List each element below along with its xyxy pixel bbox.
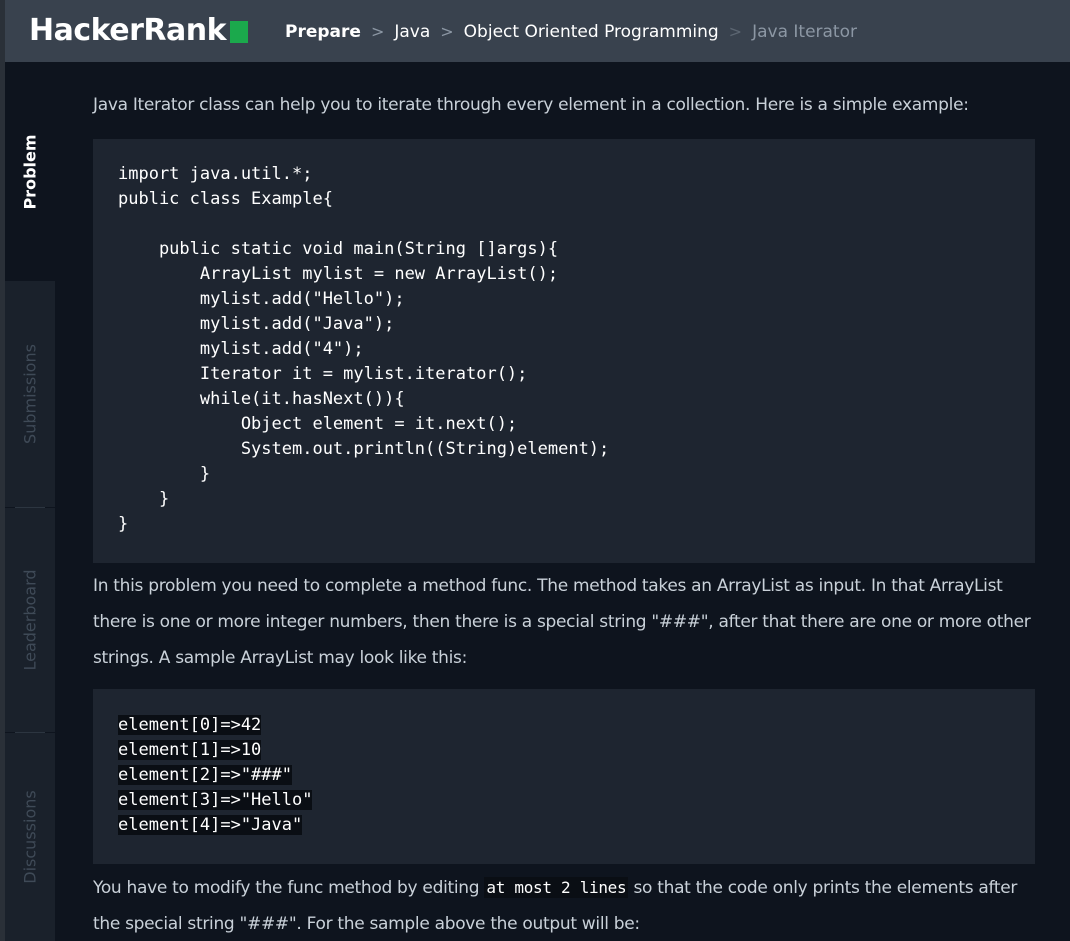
top-navbar: HackerRank Prepare > Java > Object Orien… — [5, 0, 1070, 62]
hackerrank-logo[interactable]: HackerRank — [29, 13, 249, 49]
breadcrumb-prepare[interactable]: Prepare — [285, 20, 361, 44]
breadcrumb: Prepare > Java > Object Oriented Program… — [285, 20, 857, 44]
example-code: import java.util.*; public class Example… — [118, 164, 610, 534]
intro-paragraph: Java Iterator class can help you to iter… — [93, 95, 969, 115]
tab-leaderboard-label: Leaderboard — [20, 569, 40, 671]
chevron-right-icon: > — [370, 22, 385, 41]
sample-line: element[1]=>10 — [118, 740, 262, 760]
breadcrumb-oop[interactable]: Object Oriented Programming — [464, 20, 719, 44]
description-paragraph: In this problem you need to complete a m… — [93, 576, 1031, 668]
app-frame: HackerRank Prepare > Java > Object Orien… — [5, 0, 1070, 941]
breadcrumb-current: Java Iterator — [752, 22, 857, 42]
sample-line: element[4]=>"Java" — [118, 815, 303, 835]
tab-problem[interactable]: Problem — [5, 62, 55, 281]
chevron-right-icon: > — [728, 22, 743, 41]
tab-discussions[interactable]: Discussions — [5, 733, 55, 941]
inline-code: at most 2 lines — [484, 877, 629, 898]
sample-code-block: element[0]=>42 element[1]=>10 element[2]… — [93, 689, 1035, 864]
tab-submissions-label: Submissions — [20, 344, 40, 444]
tab-discussions-label: Discussions — [20, 790, 40, 884]
chevron-right-icon: > — [440, 22, 454, 41]
task-text-before: You have to modify the func method by ed… — [93, 878, 485, 898]
logo-block-icon — [230, 21, 249, 43]
tab-submissions[interactable]: Submissions — [5, 281, 55, 507]
tab-problem-label: Problem — [20, 133, 40, 210]
sample-code: element[0]=>42 element[1]=>10 element[2]… — [118, 713, 313, 838]
breadcrumb-java[interactable]: Java — [394, 20, 430, 44]
logo-text: HackerRank — [29, 13, 227, 48]
example-code-block: import java.util.*; public class Example… — [93, 139, 1035, 563]
task-paragraph: You have to modify the func method by ed… — [93, 870, 1033, 941]
sample-line: element[2]=>"###" — [118, 765, 292, 785]
sample-line: element[3]=>"Hello" — [118, 790, 313, 810]
side-tabs: Problem Submissions Leaderboard Discussi… — [5, 62, 55, 941]
tab-leaderboard[interactable]: Leaderboard — [5, 508, 55, 732]
sample-line: element[0]=>42 — [118, 715, 262, 735]
